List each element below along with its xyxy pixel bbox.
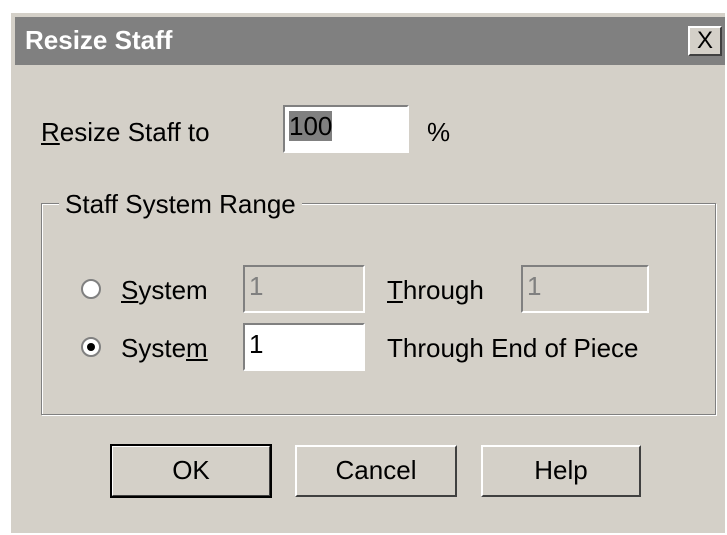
title-bar[interactable]: Resize Staff X [15, 17, 725, 65]
resize-percent-input[interactable]: 100 [283, 105, 409, 153]
close-button[interactable]: X [688, 26, 722, 56]
system-label-rest: ystem [138, 275, 208, 305]
through-end-of-piece-label: Through End of Piece [387, 333, 639, 363]
resize-staff-dialog: Resize Staff X Resize Staff to 100 % Sta… [10, 12, 725, 533]
ok-button[interactable]: OK [110, 444, 272, 498]
through-label: Through [387, 275, 484, 306]
system-start-value: 1 [249, 329, 264, 359]
system2-label-prefix: Syste [121, 333, 187, 363]
dialog-title: Resize Staff [25, 25, 173, 55]
percent-unit-label: % [427, 117, 451, 147]
resize-label-rest: esize Staff to [59, 117, 210, 147]
radio-system-to-end[interactable] [81, 337, 101, 357]
resize-staff-label: Resize Staff to [41, 117, 210, 148]
system-start-input[interactable]: 1 [243, 323, 365, 371]
system2-mnemonic: m [186, 333, 208, 363]
system-range-label: System [121, 275, 208, 306]
system-to-input[interactable]: 1 [521, 265, 649, 313]
resize-value: 100 [289, 111, 333, 141]
through-label-rest: hrough [402, 275, 484, 305]
close-icon: X [696, 27, 713, 54]
radio-system-range[interactable] [81, 279, 101, 299]
system-from-input[interactable]: 1 [243, 265, 365, 313]
system-from-value: 1 [249, 271, 264, 301]
through-mnemonic: T [387, 275, 403, 305]
system-mnemonic: S [121, 275, 139, 305]
cancel-button[interactable]: Cancel [295, 445, 457, 497]
system-to-value: 1 [527, 271, 542, 301]
resize-mnemonic: R [41, 117, 60, 147]
system-to-end-label: System [121, 333, 208, 364]
help-button[interactable]: Help [481, 445, 641, 497]
radio-selected-dot [87, 343, 95, 351]
staff-system-range-title: Staff System Range [59, 189, 302, 220]
